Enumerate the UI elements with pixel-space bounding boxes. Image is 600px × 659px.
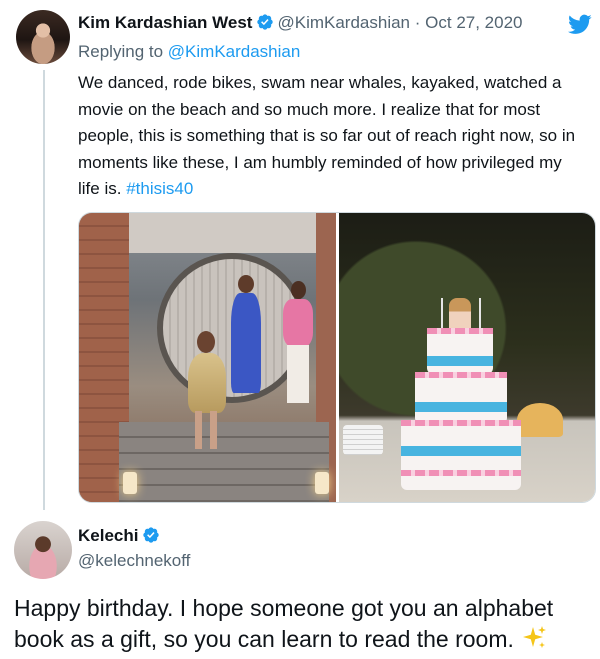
tweet-date[interactable]: Oct 27, 2020 bbox=[425, 13, 522, 32]
twitter-bird-icon bbox=[566, 12, 594, 36]
hashtag-link[interactable]: #thisis40 bbox=[126, 179, 193, 198]
tweet-text: Happy birthday. I hope someone got you a… bbox=[14, 593, 594, 655]
candle bbox=[315, 472, 329, 494]
tweet-media bbox=[78, 212, 596, 503]
separator-dot: · bbox=[414, 13, 421, 32]
birthday-cake-photo[interactable] bbox=[338, 213, 595, 502]
tweet-body-text: Happy birthday. I hope someone got you a… bbox=[14, 595, 554, 652]
author-name[interactable]: Kelechi bbox=[78, 526, 138, 545]
candle bbox=[123, 472, 137, 494]
tweet-header: Kim Kardashian West @KimKardashian · Oct … bbox=[78, 13, 598, 37]
author-name[interactable]: Kim Kardashian West bbox=[78, 13, 252, 32]
avatar[interactable] bbox=[14, 521, 72, 579]
ceiling bbox=[129, 213, 316, 253]
thread-connector-line bbox=[43, 70, 45, 510]
author-handle[interactable]: @kelechnekoff bbox=[78, 551, 190, 571]
cake-topper-doll bbox=[448, 298, 471, 332]
verified-badge-icon bbox=[142, 526, 160, 544]
person-gold-dress bbox=[183, 323, 229, 449]
replying-to-line: Replying to @KimKardashian bbox=[78, 42, 300, 62]
tweet-text: We danced, rode bikes, swam near whales,… bbox=[78, 70, 588, 203]
birthday-cake bbox=[400, 298, 521, 498]
replying-to-mention[interactable]: @KimKardashian bbox=[168, 42, 301, 61]
author-handle[interactable]: @KimKardashian bbox=[277, 13, 410, 32]
avatar[interactable] bbox=[16, 10, 70, 64]
person-pink-shirt bbox=[283, 279, 313, 407]
chair bbox=[517, 403, 563, 437]
tweet-header: Kelechi bbox=[78, 526, 163, 546]
sparkles-icon bbox=[520, 625, 548, 651]
replying-prefix: Replying to bbox=[78, 42, 168, 61]
plate-stack bbox=[342, 425, 383, 455]
verified-badge-icon bbox=[256, 13, 274, 31]
person-blue-dress bbox=[229, 273, 263, 405]
party-hallway-photo[interactable] bbox=[79, 213, 336, 502]
